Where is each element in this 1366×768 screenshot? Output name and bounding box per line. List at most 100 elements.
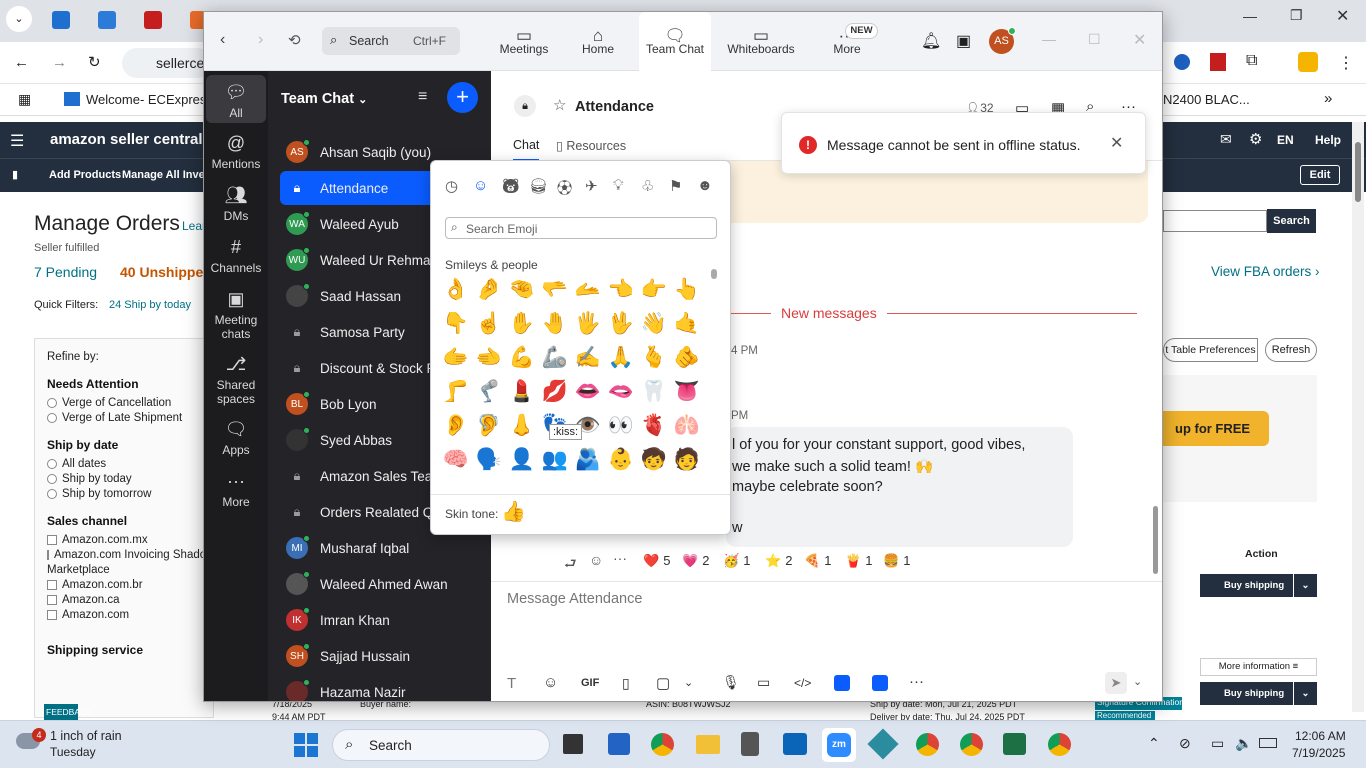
emoji-search-input[interactable]: ⌕ Search Emoji	[445, 217, 717, 239]
forward-icon[interactable]: →	[52, 54, 67, 71]
filter-verge-cancellation[interactable]: Verge of Cancellation	[47, 397, 201, 409]
emoji-cell[interactable]: ✍️	[573, 345, 603, 371]
chat-scrollbar[interactable]	[1151, 161, 1159, 581]
rail-apps[interactable]: 🗨︎ Apps	[206, 419, 266, 457]
emoji-cell[interactable]: 🫦	[606, 379, 636, 405]
emoji-cell[interactable]: 👃	[507, 413, 537, 439]
ship-today-filter[interactable]: 24 Ship by today	[109, 299, 191, 311]
calculator-icon[interactable]	[741, 732, 759, 756]
chevron-down-icon[interactable]: ⌄	[684, 676, 693, 689]
table-preferences-button[interactable]: t Table Preferences	[1163, 338, 1258, 362]
checkbox[interactable]	[47, 610, 57, 620]
emoji-cell[interactable]: 🫵	[672, 345, 702, 371]
emoji-cell[interactable]: 💪	[507, 345, 537, 371]
extension-icon[interactable]	[1174, 54, 1190, 70]
emoji-icon[interactable]: ☺	[543, 674, 558, 691]
symbols-icon[interactable]: ♧	[641, 177, 654, 195]
emoji-cell[interactable]: 💄	[507, 379, 537, 405]
search-button[interactable]: Search	[1267, 209, 1316, 233]
nav-more[interactable]: ···More	[824, 12, 870, 71]
video-message-icon[interactable]: ▭	[757, 674, 770, 691]
apps-grid-icon[interactable]: ▦	[18, 91, 31, 108]
history-icon[interactable]: ⟲	[288, 31, 301, 49]
star-icon[interactable]: ☆	[553, 96, 566, 114]
activities-icon[interactable]: ⚽︎	[557, 177, 572, 198]
bookmark-product[interactable]: N2400 BLAC...	[1163, 92, 1250, 107]
red-app-icon[interactable]	[144, 11, 162, 29]
emoji-cell[interactable]: 🤙	[672, 311, 702, 337]
radio[interactable]	[47, 459, 57, 469]
emoji-cell[interactable]: 👄	[573, 379, 603, 405]
emoji-cell[interactable]: 👅	[672, 379, 702, 405]
screenshot-icon[interactable]: ▢	[656, 674, 670, 692]
battery-icon[interactable]	[1259, 738, 1277, 748]
reaction-pill[interactable]: 🍔 1	[883, 553, 910, 569]
emoji-cell[interactable]: 🫁	[672, 413, 702, 439]
bookmarks-overflow-icon[interactable]: »	[1324, 90, 1332, 107]
emoji-cell[interactable]: 🦻	[474, 413, 504, 439]
file-icon[interactable]: ▯	[622, 675, 630, 692]
filter-ship-tomorrow[interactable]: Ship by tomorrow	[47, 488, 201, 500]
store-icon[interactable]	[608, 733, 630, 755]
send-icon[interactable]: ➤	[1105, 672, 1127, 694]
message-more-icon[interactable]: ···	[613, 550, 627, 566]
profile-icon[interactable]	[1298, 52, 1318, 72]
emoji-scrollbar[interactable]	[711, 269, 717, 489]
app-icon[interactable]	[867, 728, 899, 760]
buy-shipping-button-2[interactable]: Buy shipping ⌄	[1200, 682, 1317, 705]
rail-channels[interactable]: # Channels	[206, 237, 266, 275]
tab-pending[interactable]: 7 Pending	[34, 264, 97, 280]
filter-icon[interactable]: ≡	[418, 88, 427, 106]
message-input[interactable]: Message Attendance	[507, 591, 1147, 661]
folder-icon[interactable]	[696, 735, 720, 754]
clock-date[interactable]: 7/19/2025	[1292, 746, 1345, 760]
emoji-cell[interactable]: 🙏	[606, 345, 636, 371]
chrome-profile-icon[interactable]	[916, 733, 939, 756]
checkbox[interactable]	[47, 580, 57, 590]
network-offline-icon[interactable]: ⊘	[1179, 735, 1191, 752]
checkbox[interactable]	[47, 550, 49, 560]
refresh-button[interactable]: Refresh	[1265, 338, 1317, 362]
emoji-cell[interactable]: ✋	[507, 311, 537, 337]
chat-row[interactable]: MI Musharaf Iqbal	[280, 531, 486, 565]
chrome-profile-icon-3[interactable]	[1048, 733, 1071, 756]
app-blue-icon-2[interactable]	[872, 675, 888, 691]
display-icon[interactable]: ▭	[1211, 735, 1224, 752]
emoji-cell[interactable]: 👇	[441, 311, 471, 337]
address-bar[interactable]: sellerce	[122, 48, 212, 78]
emoji-cell[interactable]: 🤚	[540, 311, 570, 337]
smileys-icon[interactable]: ☺	[473, 177, 488, 194]
emoji-cell[interactable]: 👋	[639, 311, 669, 337]
chevron-up-icon[interactable]: ⌃	[1148, 735, 1160, 752]
format-text-icon[interactable]: T	[507, 675, 516, 692]
avatar[interactable]: AS	[989, 27, 1016, 54]
window-close-icon[interactable]: ✕	[1133, 30, 1146, 50]
reaction-pill[interactable]: ⭐ 2	[765, 553, 792, 569]
reply-icon[interactable]: ⮐	[564, 553, 577, 577]
checkbox[interactable]	[47, 595, 57, 605]
chat-row[interactable]: Waleed Ahmed Awan	[280, 567, 486, 601]
recent-icon[interactable]: ◷	[445, 177, 458, 195]
compose-button[interactable]: +	[447, 82, 478, 113]
reload-icon[interactable]: ↻	[88, 53, 101, 71]
help-link[interactable]: Help	[1315, 133, 1341, 147]
chat-list-title[interactable]: Team Chat ⌄	[281, 91, 367, 107]
code-icon[interactable]: </>	[794, 676, 811, 690]
emoji-cell[interactable]: 👶	[606, 447, 636, 473]
promo-button[interactable]: up for FREE	[1163, 411, 1269, 446]
emoji-cell[interactable]: 👤	[507, 447, 537, 473]
more-information-button[interactable]: More information ≡	[1200, 658, 1317, 676]
filter-verge-late[interactable]: Verge of Late Shipment	[47, 412, 201, 424]
feedback-button[interactable]: FEEDBACK	[44, 704, 92, 720]
nav-home[interactable]: ⌂ Home	[570, 12, 626, 71]
emoji-cell[interactable]: 👈	[606, 277, 636, 303]
emoji-cell[interactable]: 💋	[540, 379, 570, 405]
chat-row[interactable]: Hazama Nazir	[280, 675, 486, 701]
window-maximize-icon[interactable]: ☐	[1088, 31, 1101, 48]
filter-all-dates[interactable]: All dates	[47, 458, 201, 470]
emoji-cell[interactable]: 🗣️	[474, 447, 504, 473]
menu-icon[interactable]: ⋮	[1338, 53, 1354, 73]
emoji-cell[interactable]: 🦾	[540, 345, 570, 371]
chevron-down-icon[interactable]: ⌄	[1293, 574, 1317, 597]
filter-ship-today[interactable]: Ship by today	[47, 473, 201, 485]
